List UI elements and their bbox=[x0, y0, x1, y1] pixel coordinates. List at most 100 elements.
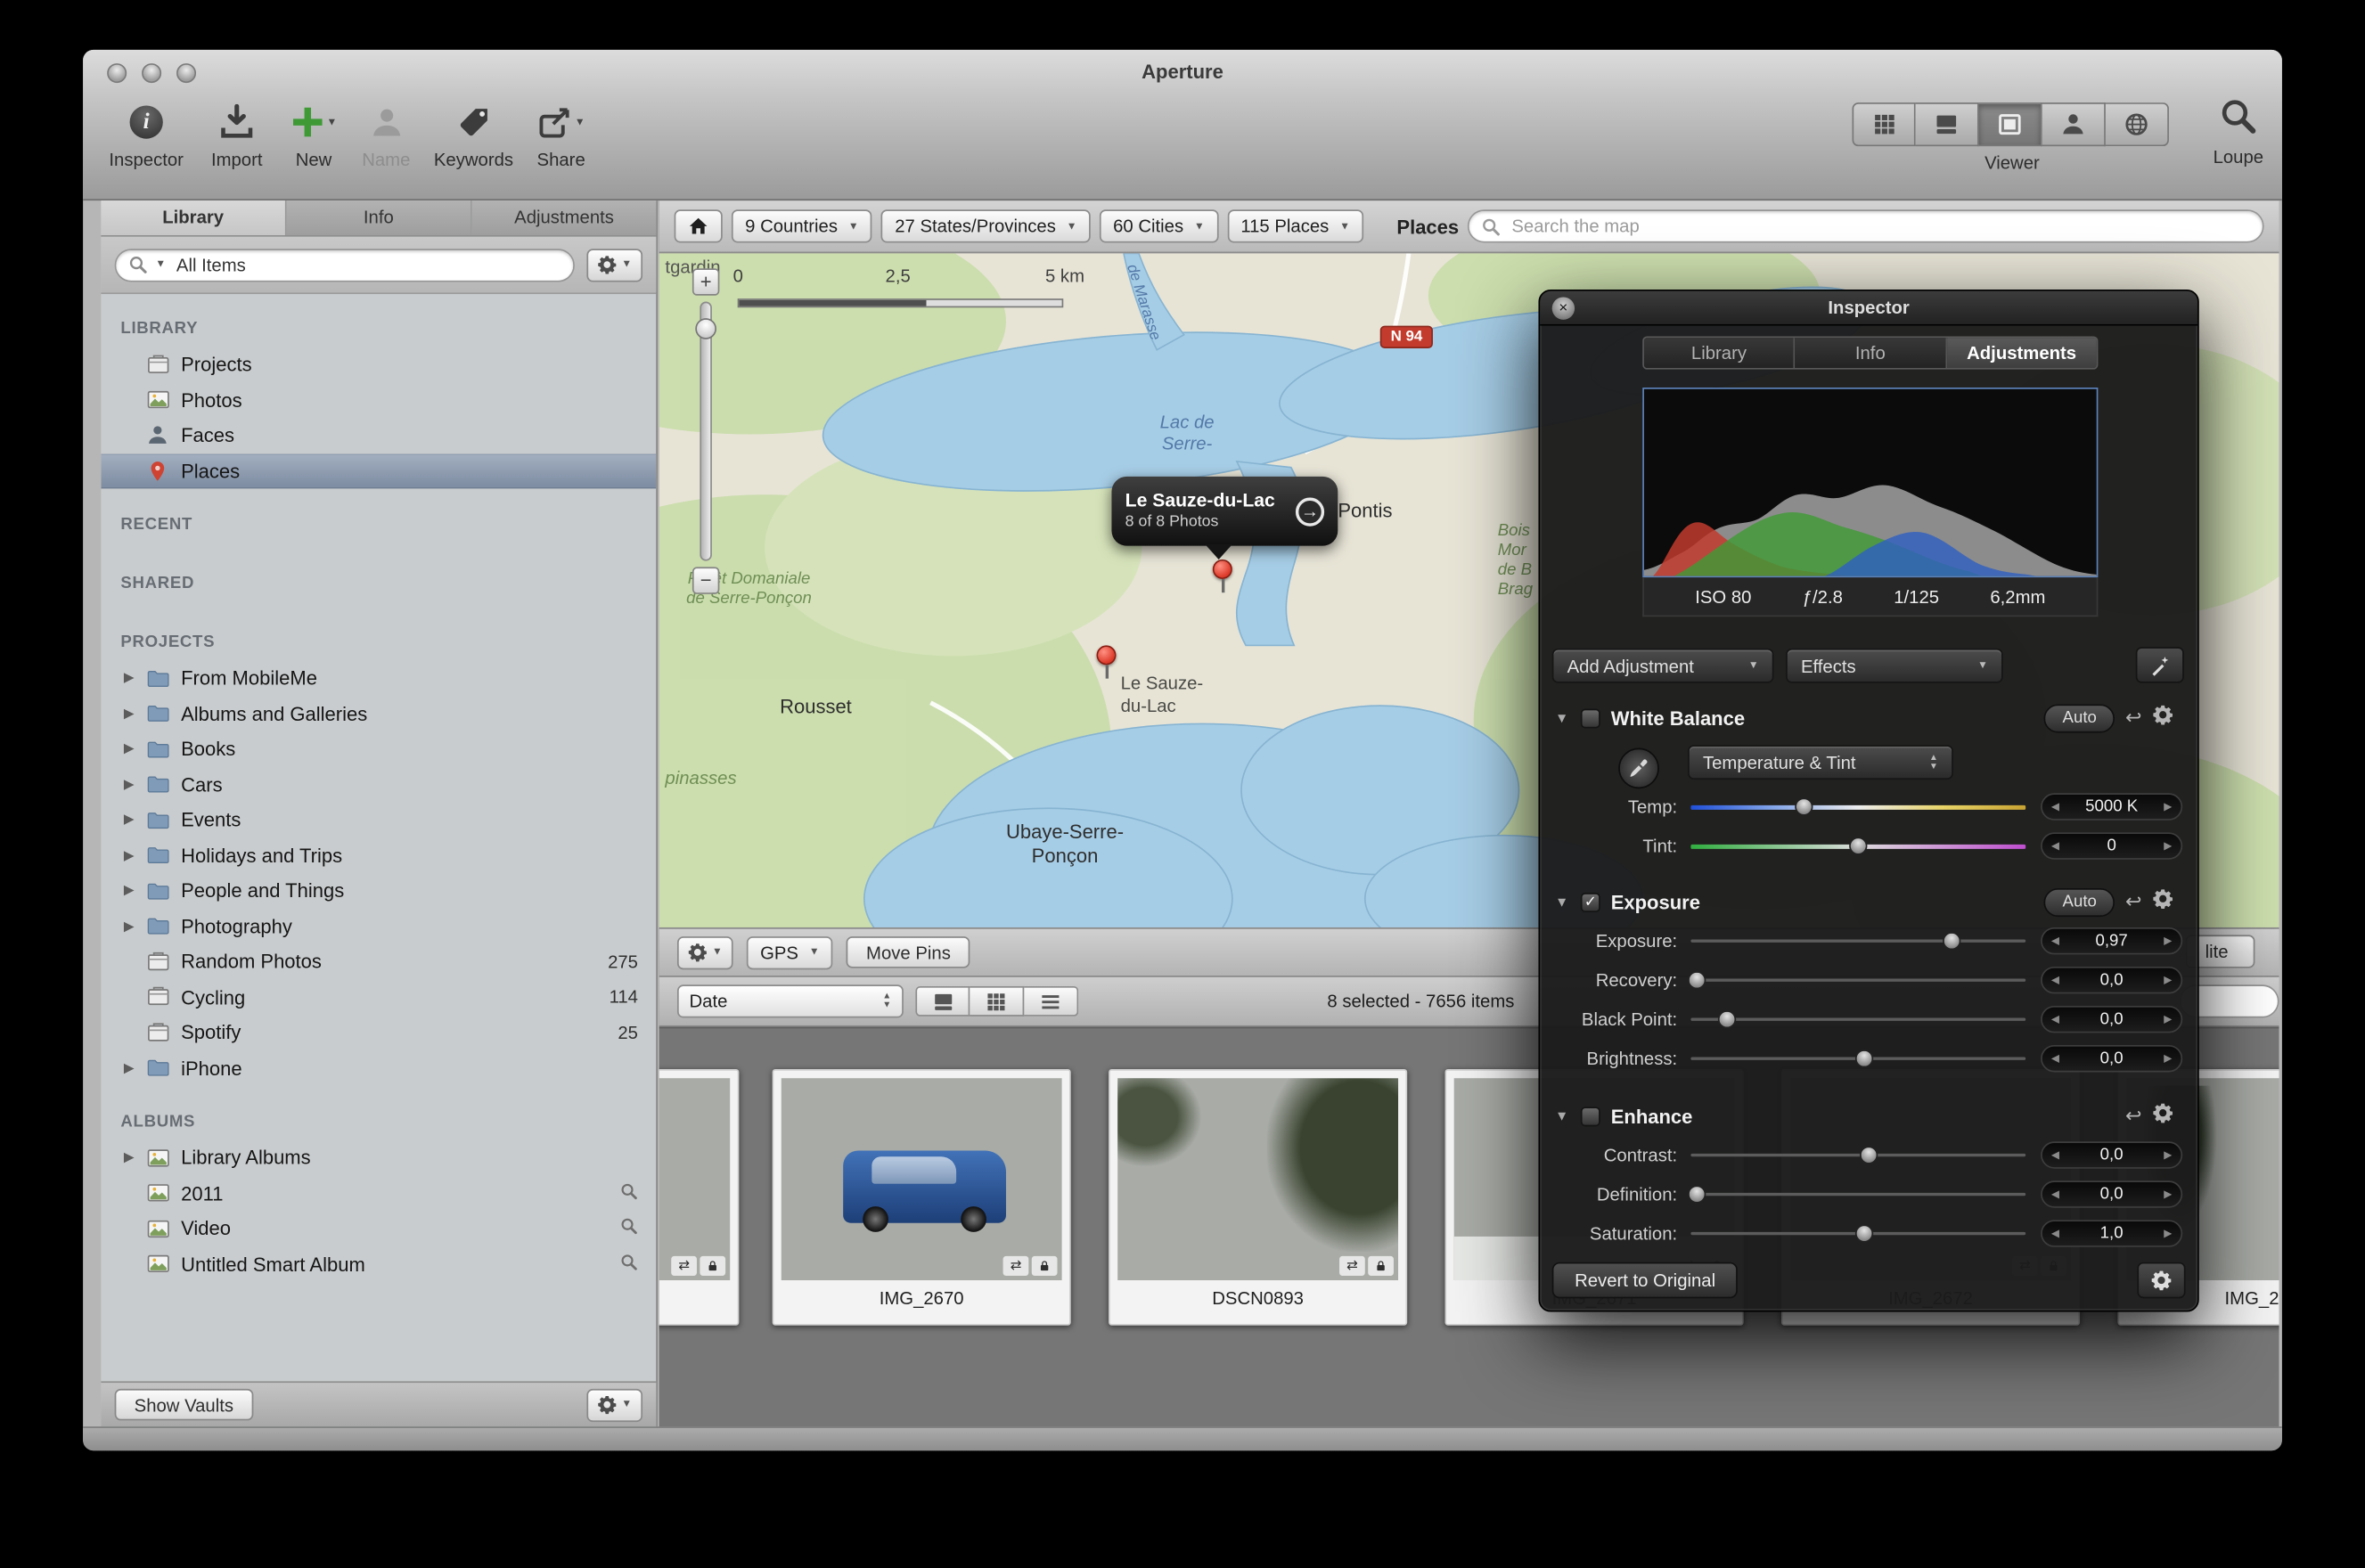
gps-dropdown[interactable]: GPS▼ bbox=[747, 935, 833, 968]
sidebar-item-video[interactable]: Video bbox=[101, 1211, 656, 1246]
sort-order-select[interactable]: Date ▲▼ bbox=[677, 984, 904, 1017]
definition-value-stepper[interactable]: ◀0,0▶ bbox=[2041, 1180, 2182, 1207]
sidebar-item-faces[interactable]: Faces bbox=[101, 418, 656, 453]
undo-icon[interactable]: ↩ bbox=[2125, 1104, 2141, 1128]
cities-dropdown[interactable]: 60 Cities▼ bbox=[1100, 209, 1218, 242]
sidebar-item-from-mobileme[interactable]: ▶ From MobileMe bbox=[101, 660, 656, 696]
exposure-value-stepper[interactable]: ◀0,97▶ bbox=[2041, 927, 2182, 954]
zoom-out-button[interactable]: − bbox=[692, 567, 719, 593]
list-view-button[interactable] bbox=[1024, 986, 1078, 1017]
disclosure-triangle-icon[interactable]: ▶ bbox=[120, 670, 137, 687]
home-button[interactable] bbox=[675, 209, 723, 242]
keywords-tool[interactable]: Keywords bbox=[430, 100, 517, 171]
sidebar-item-projects[interactable]: Projects bbox=[101, 347, 656, 382]
exposure-checkbox[interactable]: ✓ bbox=[1581, 892, 1600, 911]
hud-tab-info[interactable]: Info bbox=[1796, 338, 1947, 368]
map-search-input[interactable] bbox=[1509, 214, 2250, 238]
filmstrip-view-button[interactable] bbox=[915, 986, 970, 1017]
wb-mode-dropdown[interactable]: Temperature & Tint ▲▼ bbox=[1688, 745, 1953, 780]
hud-titlebar[interactable]: × Inspector bbox=[1540, 291, 2197, 326]
wb-eyedropper-button[interactable] bbox=[1618, 748, 1659, 789]
auto-enhance-wand-button[interactable] bbox=[2136, 647, 2184, 683]
zoom-in-button[interactable]: + bbox=[692, 268, 719, 295]
disclosure-triangle-icon[interactable]: ▶ bbox=[120, 706, 137, 723]
add-adjustment-dropdown[interactable]: Add Adjustment▼ bbox=[1552, 649, 1774, 683]
disclosure-triangle-icon[interactable]: ▶ bbox=[120, 740, 137, 757]
zoom-slider-thumb[interactable] bbox=[695, 318, 716, 339]
disclosure-triangle-icon[interactable]: ▶ bbox=[120, 776, 137, 793]
temp-slider[interactable] bbox=[1690, 797, 2025, 817]
map-pin-le-sauze[interactable] bbox=[1213, 559, 1232, 579]
sidebar-item-albums-and-galleries[interactable]: ▶ Albums and Galleries bbox=[101, 696, 656, 731]
share-tool[interactable]: ▼ Share bbox=[518, 100, 605, 171]
grid-view-button[interactable] bbox=[970, 986, 1024, 1017]
sidebar-item-events[interactable]: ▶ Events bbox=[101, 802, 656, 837]
states-dropdown[interactable]: 27 States/Provinces▼ bbox=[881, 209, 1091, 242]
hud-tab-library[interactable]: Library bbox=[1644, 338, 1796, 368]
brightness-value-stepper[interactable]: ◀0,0▶ bbox=[2041, 1045, 2182, 1072]
zoom-slider[interactable] bbox=[700, 302, 712, 561]
viewer-grid-button[interactable] bbox=[1853, 102, 1916, 146]
vaults-gear-button[interactable]: ▼ bbox=[586, 1388, 642, 1421]
thumbnail-img-2670[interactable]: ⇄ IMG_2670 bbox=[773, 1069, 1071, 1326]
tint-value-stepper[interactable]: ◀0▶ bbox=[2041, 832, 2182, 859]
disclosure-triangle-icon[interactable]: ▼ bbox=[1555, 1108, 1570, 1123]
search-scope-chevron[interactable]: ▼ bbox=[155, 259, 166, 270]
hud-close-button[interactable]: × bbox=[1552, 297, 1575, 319]
tint-slider[interactable] bbox=[1690, 837, 2025, 856]
wb-auto-button[interactable]: Auto bbox=[2044, 704, 2115, 732]
show-vaults-button[interactable]: Show Vaults bbox=[115, 1389, 253, 1421]
sidebar-item-library-albums[interactable]: ▶ Library Albums bbox=[101, 1140, 656, 1176]
tab-info[interactable]: Info bbox=[287, 200, 472, 235]
sidebar-item-iphone[interactable]: ▶ iPhone bbox=[101, 1050, 656, 1086]
countries-dropdown[interactable]: 9 Countries▼ bbox=[732, 209, 872, 242]
sidebar-item-spotify[interactable]: Spotify 25 bbox=[101, 1015, 656, 1050]
inspector-tool[interactable]: i Inspector bbox=[102, 100, 190, 171]
sidebar-item-untitled-smart-album[interactable]: Untitled Smart Album bbox=[101, 1246, 656, 1282]
undo-icon[interactable]: ↩ bbox=[2125, 890, 2141, 914]
sidebar-item-cars[interactable]: ▶ Cars bbox=[101, 767, 656, 803]
sidebar-item-people-and-things[interactable]: ▶ People and Things bbox=[101, 873, 656, 909]
hud-gear-button[interactable] bbox=[2137, 1262, 2185, 1299]
disclosure-triangle-icon[interactable]: ▶ bbox=[120, 812, 137, 829]
viewer-faces-button[interactable] bbox=[2042, 102, 2106, 146]
sidebar-item-holidays-and-trips[interactable]: ▶ Holidays and Trips bbox=[101, 837, 656, 873]
map-pin-second[interactable] bbox=[1097, 645, 1117, 665]
effects-dropdown[interactable]: Effects▼ bbox=[1786, 649, 2003, 683]
gear-icon[interactable] bbox=[2152, 1101, 2173, 1130]
search-input[interactable] bbox=[174, 253, 561, 277]
viewer-main-button[interactable] bbox=[1979, 102, 2042, 146]
loupe-tool[interactable]: Loupe bbox=[2197, 96, 2279, 167]
disclosure-triangle-icon[interactable]: ▼ bbox=[1555, 894, 1570, 910]
library-filter-field[interactable]: ▼ bbox=[115, 248, 575, 281]
disclosure-triangle-icon[interactable]: ▶ bbox=[120, 918, 137, 935]
definition-slider[interactable] bbox=[1690, 1185, 2025, 1205]
move-pins-button[interactable]: Move Pins bbox=[847, 936, 970, 968]
disclosure-triangle-icon[interactable]: ▶ bbox=[120, 883, 137, 900]
gear-icon[interactable] bbox=[2152, 887, 2173, 916]
viewer-places-button[interactable] bbox=[2106, 102, 2169, 146]
viewer-split-button[interactable] bbox=[1916, 102, 1979, 146]
disclosure-triangle-icon[interactable]: ▶ bbox=[120, 847, 137, 864]
saturation-value-stepper[interactable]: ◀1,0▶ bbox=[2041, 1220, 2182, 1246]
sidebar-item-2011[interactable]: 2011 bbox=[101, 1175, 656, 1211]
brightness-slider[interactable] bbox=[1690, 1049, 2025, 1068]
tab-adjustments[interactable]: Adjustments bbox=[472, 200, 656, 235]
sidebar-item-places[interactable]: Places bbox=[101, 453, 656, 489]
exposure-auto-button[interactable]: Auto bbox=[2044, 887, 2115, 916]
place-callout[interactable]: Le Sauze-du-Lac 8 of 8 Photos → bbox=[1111, 477, 1338, 546]
white-balance-checkbox[interactable] bbox=[1581, 708, 1600, 728]
contrast-value-stepper[interactable]: ◀0,0▶ bbox=[2041, 1141, 2182, 1168]
map-action-gear-button[interactable]: ▼ bbox=[677, 935, 733, 968]
sidebar-item-random-photos[interactable]: Random Photos 275 bbox=[101, 944, 656, 980]
contrast-slider[interactable] bbox=[1690, 1146, 2025, 1165]
hud-tab-adjustments[interactable]: Adjustments bbox=[1947, 338, 2097, 368]
revert-to-original-button[interactable]: Revert to Original bbox=[1552, 1262, 1739, 1299]
places-dropdown[interactable]: 115 Places▼ bbox=[1227, 209, 1363, 242]
disclosure-triangle-icon[interactable]: ▶ bbox=[120, 1059, 137, 1076]
thumbnail-dscn0893[interactable]: ⇄ DSCN0893 bbox=[1109, 1069, 1407, 1326]
disclosure-triangle-icon[interactable]: ▼ bbox=[1555, 710, 1570, 725]
thumbnail-partial[interactable]: ⇄ bbox=[659, 1069, 740, 1326]
enhance-checkbox[interactable] bbox=[1581, 1107, 1600, 1126]
map-search-field[interactable] bbox=[1468, 209, 2263, 242]
